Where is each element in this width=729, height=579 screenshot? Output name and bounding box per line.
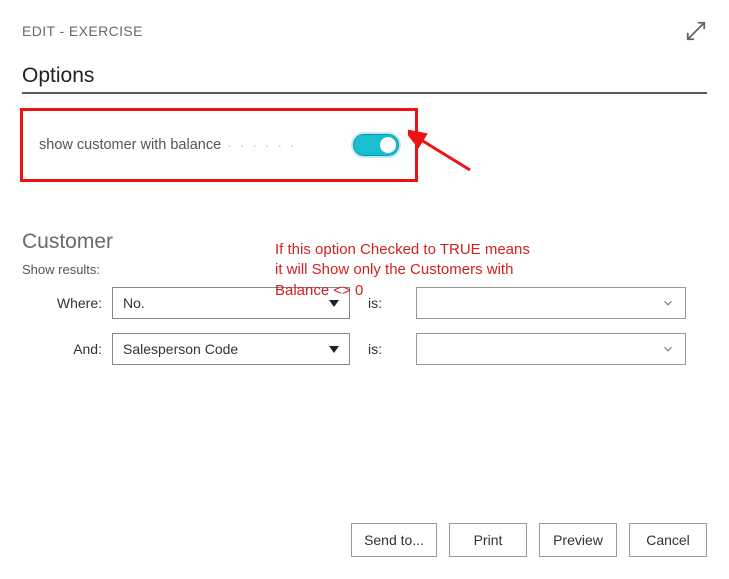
preview-button[interactable]: Preview [539, 523, 617, 557]
chevron-down-icon [661, 342, 675, 356]
filter-label: And: [22, 341, 112, 357]
caret-down-icon [329, 346, 339, 353]
section-divider [22, 92, 707, 94]
filter-row-and: And: Salesperson Code is: [22, 333, 707, 365]
toggle-row: show customer with balance · · · · · · [23, 134, 415, 156]
footer-actions: Send to... Print Preview Cancel [351, 523, 707, 557]
where-field-select[interactable]: No. [112, 287, 350, 319]
filter-row-where: Where: No. is: [22, 287, 707, 319]
customer-title: Customer [22, 230, 707, 254]
caret-down-icon [329, 300, 339, 307]
chevron-down-icon [661, 296, 675, 310]
expand-icon[interactable] [685, 20, 707, 42]
select-value: No. [123, 295, 145, 311]
is-label: is: [368, 341, 416, 357]
window-header: EDIT - EXERCISE [22, 20, 707, 42]
and-field-select[interactable]: Salesperson Code [112, 333, 350, 365]
is-label: is: [368, 295, 416, 311]
cancel-button[interactable]: Cancel [629, 523, 707, 557]
show-results-label: Show results: [22, 262, 707, 277]
options-title: Options [22, 64, 707, 90]
options-section: Options show customer with balance · · ·… [22, 64, 707, 182]
print-button[interactable]: Print [449, 523, 527, 557]
select-value: Salesperson Code [123, 341, 238, 357]
dots-fill: · · · · · · [227, 137, 296, 153]
customer-section: Customer Show results: Where: No. is: An… [22, 230, 707, 365]
filter-label: Where: [22, 295, 112, 311]
and-value-input[interactable] [416, 333, 686, 365]
send-to-button[interactable]: Send to... [351, 523, 437, 557]
where-value-input[interactable] [416, 287, 686, 319]
window-title: EDIT - EXERCISE [22, 23, 143, 39]
toggle-label: show customer with balance [39, 137, 221, 153]
show-balance-toggle[interactable] [353, 134, 399, 156]
annotation-highlight-box: show customer with balance · · · · · · [20, 108, 418, 182]
